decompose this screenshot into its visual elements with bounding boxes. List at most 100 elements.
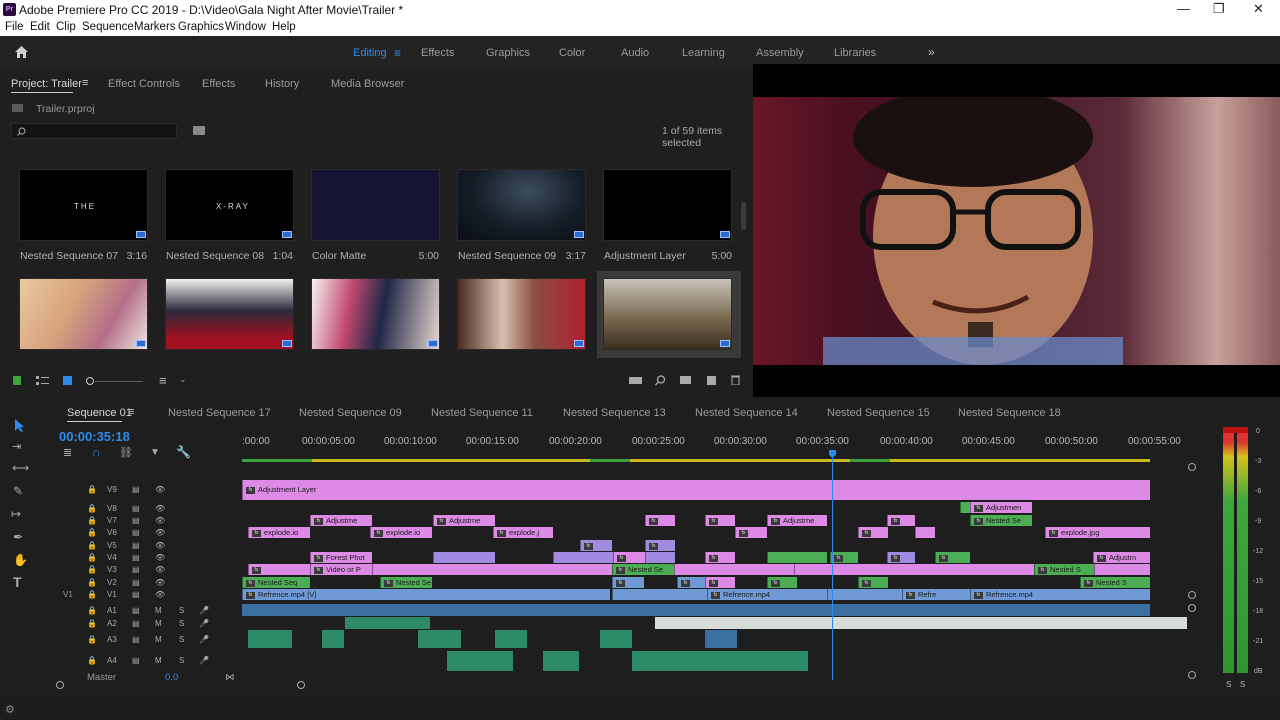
lock-icon[interactable] (13, 376, 21, 385)
solo-button[interactable]: S (179, 606, 184, 615)
clip[interactable] (553, 552, 613, 563)
clip[interactable]: fx (735, 527, 767, 538)
track-zoom-handle[interactable] (1188, 591, 1196, 599)
maximize-icon[interactable]: ❐ (1213, 1, 1225, 17)
clip-refrence[interactable]: fx Refrence.mp4 (970, 589, 1150, 600)
settings-wrench-icon[interactable]: 🔧 (176, 445, 191, 459)
timeline-zoom-handle-left[interactable] (56, 681, 64, 689)
workspace-audio[interactable]: Audio (621, 47, 649, 59)
clip-refrence[interactable]: fx Refre (902, 589, 970, 600)
microphone-icon[interactable]: 🎤 (199, 656, 209, 665)
clip-adjustment[interactable]: fx Adjustme (767, 515, 827, 526)
go-to-end-icon[interactable]: ⋈ (225, 672, 235, 683)
clip-nested[interactable]: fx Nested Se (970, 515, 1032, 526)
microphone-icon[interactable]: 🎤 (199, 619, 209, 628)
workspace-graphics[interactable]: Graphics (486, 47, 530, 59)
audio-clip-a4[interactable] (543, 651, 579, 671)
new-bin-icon[interactable] (680, 376, 691, 384)
clip[interactable]: fx (858, 527, 888, 538)
insert-nest-icon[interactable]: ≣ (63, 446, 72, 459)
clip-explode[interactable]: fx explode.io (248, 527, 310, 538)
clip[interactable]: fx (580, 540, 612, 551)
menu-markers[interactable]: Markers (134, 21, 176, 33)
eye-icon[interactable]: 👁 (155, 578, 165, 587)
sync-lock-icon[interactable]: ▤ (132, 578, 140, 587)
automate-to-sequence-icon[interactable] (629, 377, 642, 384)
sync-lock-icon[interactable]: ▤ (132, 541, 140, 550)
mute-button[interactable]: M (155, 606, 162, 615)
timeline-zoom-handle-right[interactable] (297, 681, 305, 689)
clip-nested[interactable]: fx Nested S (1080, 577, 1150, 588)
new-item-icon[interactable] (707, 376, 716, 385)
mute-button[interactable]: M (155, 656, 162, 665)
list-view-icon[interactable] (36, 376, 49, 386)
lock-icon[interactable]: 🔒 (87, 541, 97, 550)
timeline-menu-icon[interactable]: ≡ (128, 406, 134, 418)
clip-adjustment-layer[interactable]: fx Adjustment Layer (242, 480, 1150, 500)
workspace-menu-icon[interactable]: ≡ (394, 46, 401, 60)
audio-clip-a3[interactable] (495, 630, 527, 648)
eye-icon[interactable]: 👁 (155, 504, 165, 513)
clip-video[interactable]: fx Video or P (310, 564, 372, 575)
clip-nested[interactable]: fx Nested Se (612, 564, 674, 575)
tab-nested-sequence-11[interactable]: Nested Sequence 11 (431, 407, 533, 419)
thumbnail-nested-sequence-08[interactable]: X-RAY (165, 169, 294, 241)
home-icon[interactable] (14, 45, 29, 59)
sync-lock-icon[interactable]: ▤ (132, 606, 140, 615)
mute-button[interactable]: M (155, 619, 162, 628)
thumbnail-photo-5-selected[interactable] (603, 278, 732, 350)
audio-clip-a3[interactable] (418, 630, 461, 648)
snap-icon[interactable]: ∩ (92, 445, 101, 459)
selection-tool-icon[interactable] (14, 418, 26, 432)
eye-icon[interactable]: 👁 (155, 485, 165, 494)
track-zoom-handle[interactable] (1188, 671, 1196, 679)
chevron-down-icon[interactable]: ⌄ (179, 374, 187, 385)
program-monitor[interactable] (753, 64, 1280, 397)
lock-icon[interactable]: 🔒 (87, 656, 97, 665)
menu-graphics[interactable]: Graphics (178, 21, 224, 33)
sync-lock-icon[interactable]: ▤ (132, 565, 140, 574)
clip[interactable]: fx (612, 577, 644, 588)
clip[interactable] (960, 502, 970, 513)
clip-explode[interactable]: fx explode.j (493, 527, 553, 538)
tab-effects[interactable]: Effects (202, 78, 235, 90)
sync-lock-icon[interactable]: ▤ (132, 635, 140, 644)
audio-clip-a3[interactable] (600, 630, 632, 648)
clip[interactable] (674, 564, 794, 575)
track-zoom-handle[interactable] (1188, 604, 1196, 612)
clip[interactable]: fx (248, 564, 310, 575)
tab-effect-controls[interactable]: Effect Controls (108, 78, 180, 90)
clip[interactable]: fx (887, 515, 915, 526)
audio-clip-a2-selected[interactable] (655, 617, 1187, 629)
clip-explode[interactable]: fx explode.jpg (1045, 527, 1150, 538)
tab-nested-sequence-13[interactable]: Nested Sequence 13 (563, 407, 666, 419)
thumbnail-photo-3[interactable] (311, 278, 440, 350)
eye-icon[interactable]: 👁 (155, 590, 165, 599)
track-select-tool-icon[interactable]: ⇥ (12, 440, 21, 453)
lock-icon[interactable]: 🔒 (87, 635, 97, 644)
clip[interactable]: fx (705, 577, 735, 588)
clip[interactable] (1094, 564, 1150, 575)
sync-lock-icon[interactable]: ▤ (132, 553, 140, 562)
clip[interactable] (433, 552, 495, 563)
sync-lock-icon[interactable]: ▤ (132, 590, 140, 599)
hand-tool-icon[interactable]: ✋ (13, 553, 28, 567)
clip-nested[interactable]: fx Nested S (1034, 564, 1094, 575)
audio-clip-a4[interactable] (632, 651, 808, 671)
eye-icon[interactable]: 👁 (155, 516, 165, 525)
close-icon[interactable]: ✕ (1253, 1, 1264, 17)
clip[interactable]: fx (935, 552, 970, 563)
clip[interactable] (827, 589, 902, 600)
tab-project[interactable]: Project: Trailer (11, 78, 82, 90)
clip-refrence[interactable]: fx Refrence.mp4 (707, 589, 827, 600)
solo-button[interactable]: S (179, 619, 184, 628)
audio-clip-a3[interactable] (322, 630, 344, 648)
menu-help[interactable]: Help (272, 21, 296, 33)
workspace-editing[interactable]: Editing (353, 47, 387, 59)
tab-nested-sequence-18[interactable]: Nested Sequence 18 (958, 407, 1061, 419)
thumbnail-photo-1[interactable] (19, 278, 148, 350)
workspace-libraries[interactable]: Libraries (834, 47, 876, 59)
search-input[interactable] (11, 123, 177, 139)
thumbnail-nested-sequence-09[interactable] (457, 169, 586, 241)
workspace-effects[interactable]: Effects (421, 47, 454, 59)
